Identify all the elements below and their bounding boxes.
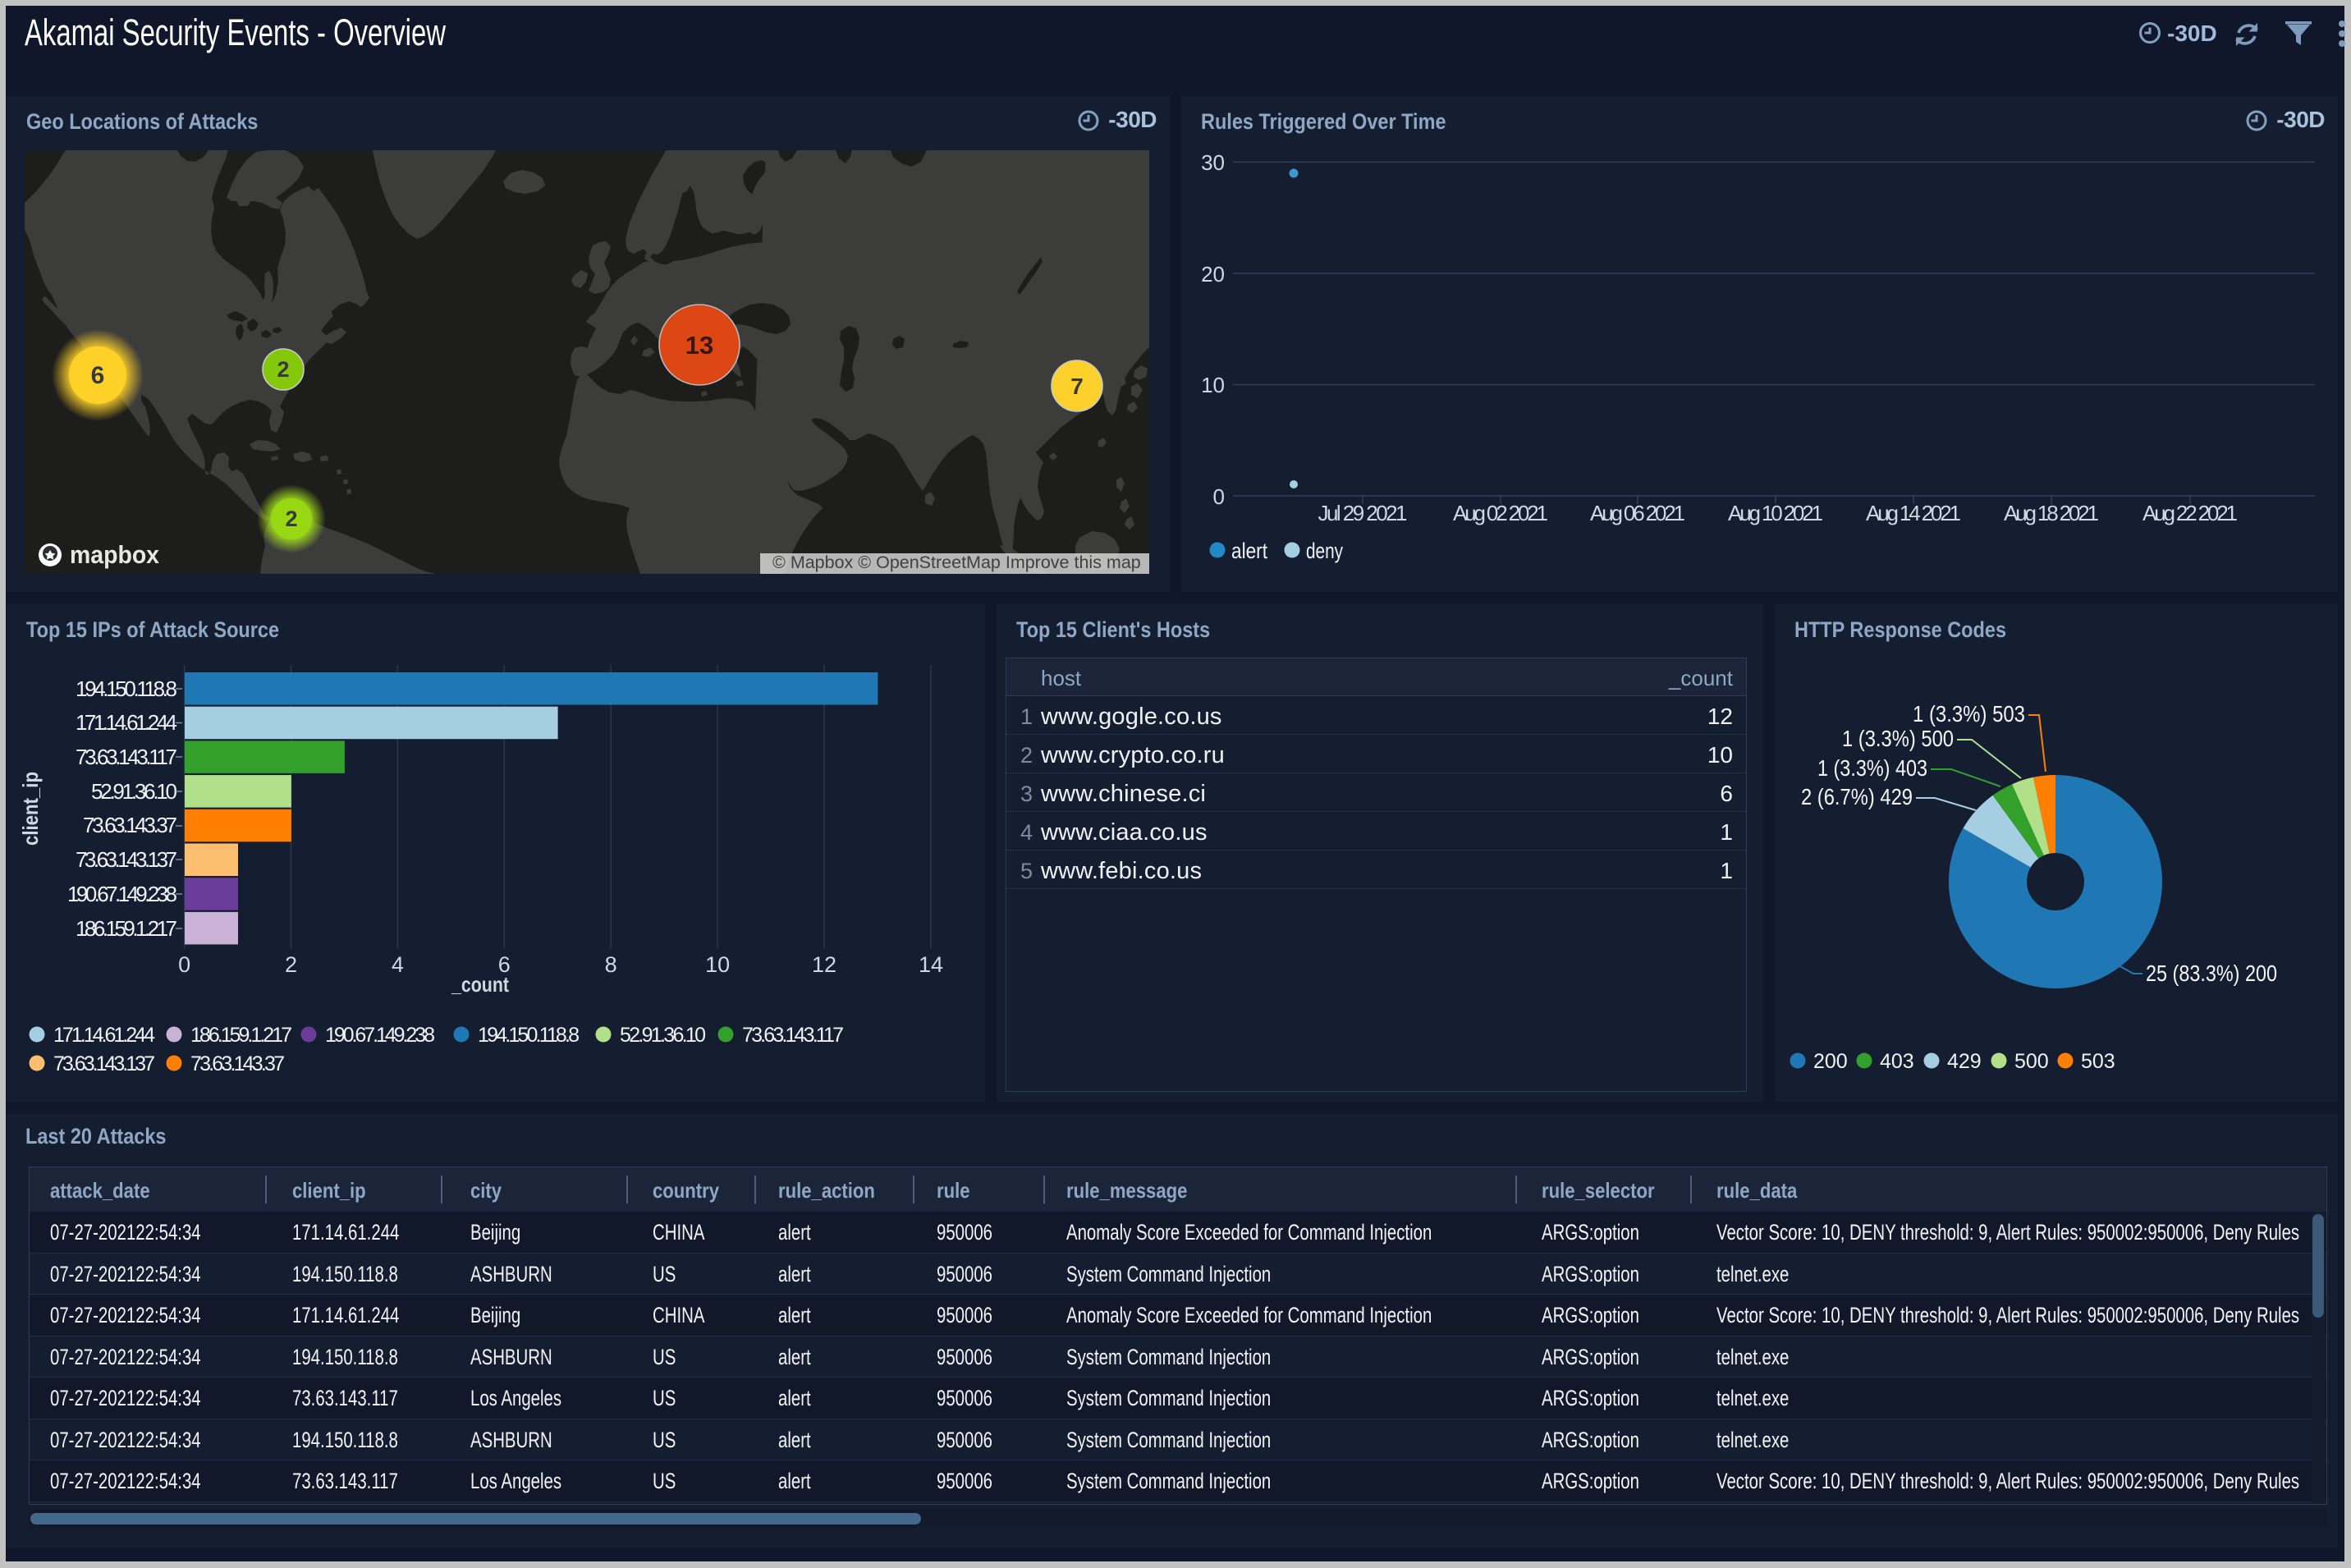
svg-text:8: 8 [605, 952, 617, 977]
svg-text:0: 0 [178, 952, 190, 977]
svg-text:client_ip: client_ip [18, 772, 43, 846]
svg-text:20: 20 [1201, 262, 1225, 287]
svg-text:2: 2 [277, 357, 289, 382]
svg-text:2: 2 [285, 952, 297, 977]
svg-text:14: 14 [919, 952, 943, 977]
svg-text:73.63.143.117: 73.63.143.117 [76, 745, 177, 769]
svg-text:73.63.143.137: 73.63.143.137 [76, 847, 177, 872]
svg-text:503: 503 [2081, 1050, 2115, 1073]
svg-text:Aug 06 2021: Aug 06 2021 [1590, 501, 1685, 525]
svg-text:200: 200 [1813, 1050, 1848, 1073]
svg-text:Aug 14 2021: Aug 14 2021 [1866, 501, 1961, 525]
svg-text:194.150.118.8: 194.150.118.8 [478, 1024, 580, 1047]
svg-text:mapbox: mapbox [70, 540, 160, 569]
svg-text:1 (3.3%) 403: 1 (3.3%) 403 [1817, 755, 1927, 781]
svg-text:Jul 29 2021: Jul 29 2021 [1318, 501, 1408, 525]
svg-text:deny: deny [1306, 539, 1343, 563]
svg-text:12: 12 [812, 952, 836, 977]
svg-text:403: 403 [1880, 1050, 1914, 1073]
svg-text:190.67.149.238: 190.67.149.238 [67, 882, 177, 906]
svg-text:1 (3.3%) 500: 1 (3.3%) 500 [1842, 726, 1954, 751]
svg-text:10: 10 [1201, 373, 1225, 397]
svg-text:10: 10 [705, 952, 730, 977]
svg-text:186.159.1.217: 186.159.1.217 [190, 1024, 292, 1047]
svg-text:Aug 10 2021: Aug 10 2021 [1728, 501, 1823, 525]
svg-text:73.63.143.37: 73.63.143.37 [190, 1052, 285, 1075]
svg-text:73.63.143.117: 73.63.143.117 [742, 1024, 844, 1047]
svg-text:73.63.143.37: 73.63.143.37 [83, 813, 177, 837]
svg-text:13: 13 [685, 331, 713, 360]
svg-text:30: 30 [1201, 150, 1225, 175]
svg-text:73.63.143.137: 73.63.143.137 [53, 1052, 155, 1075]
svg-text:1 (3.3%) 503: 1 (3.3%) 503 [1913, 701, 2025, 727]
svg-text:6: 6 [91, 362, 105, 389]
svg-text:0: 0 [1213, 484, 1225, 509]
svg-text:52.91.36.10: 52.91.36.10 [620, 1024, 706, 1047]
svg-text:25 (83.3%) 200: 25 (83.3%) 200 [2146, 961, 2277, 986]
svg-text:7: 7 [1070, 374, 1084, 399]
svg-text:500: 500 [2014, 1050, 2049, 1073]
svg-text:2 (6.7%) 429: 2 (6.7%) 429 [1801, 784, 1913, 809]
svg-text:4: 4 [392, 952, 404, 977]
svg-text:190.67.149.238: 190.67.149.238 [325, 1024, 435, 1047]
svg-text:171.14.61.244: 171.14.61.244 [53, 1024, 155, 1047]
svg-text:171.14.61.244: 171.14.61.244 [76, 710, 177, 735]
svg-text:Aug 02 2021: Aug 02 2021 [1453, 501, 1548, 525]
svg-text:_count: _count [451, 972, 509, 997]
svg-text:2: 2 [285, 507, 297, 531]
svg-text:186.159.1.217: 186.159.1.217 [76, 916, 177, 941]
svg-text:alert: alert [1231, 539, 1267, 563]
svg-text:429: 429 [1947, 1050, 1982, 1073]
svg-text:© Mapbox © OpenStreetMap Impro: © Mapbox © OpenStreetMap Improve this ma… [772, 552, 1141, 572]
svg-text:-30D: -30D [2167, 21, 2217, 46]
svg-text:Aug 18 2021: Aug 18 2021 [2004, 501, 2099, 525]
svg-text:52.91.36.10: 52.91.36.10 [91, 779, 177, 804]
svg-text:Aug 22 2021: Aug 22 2021 [2142, 501, 2238, 525]
svg-text:194.150.118.8: 194.150.118.8 [76, 676, 177, 701]
